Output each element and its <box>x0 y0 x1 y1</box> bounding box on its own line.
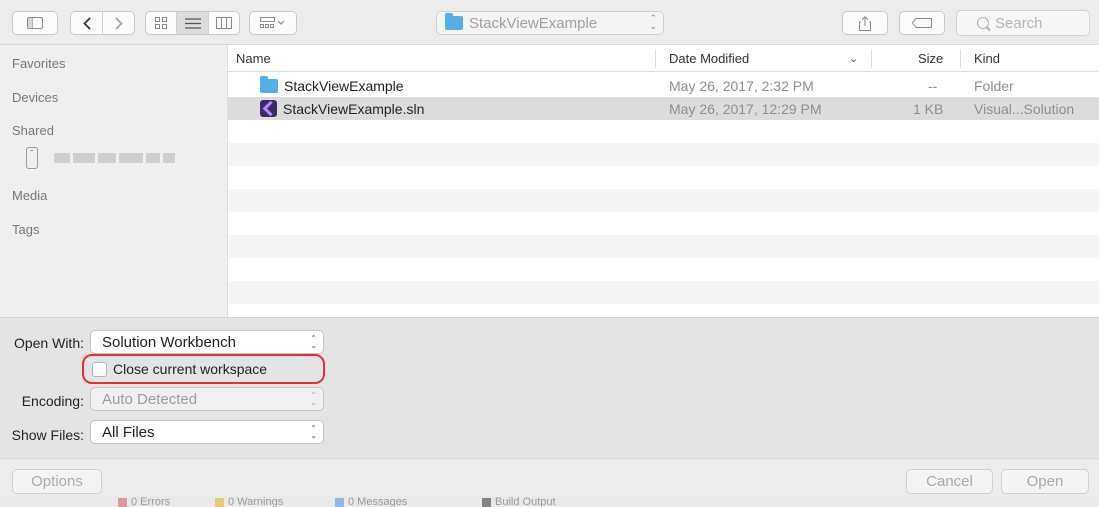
redacted-device-name <box>54 153 175 163</box>
list-view-button[interactable] <box>177 12 209 34</box>
column-divider <box>871 49 872 68</box>
column-header-date-modified[interactable]: Date Modified <box>669 45 749 72</box>
open-button[interactable]: Open <box>1001 469 1089 494</box>
column-header-kind[interactable]: Kind <box>974 45 1000 72</box>
background-errors-tab: 0 Errors <box>118 496 170 507</box>
background-window-strip: 0 Errors 0 Warnings 0 Messages Build Out… <box>0 496 1099 507</box>
column-view-button[interactable] <box>209 12 239 34</box>
encoding-label: Encoding: <box>21 393 84 409</box>
updown-arrows-icon: ⌃ ⌄ <box>310 424 317 440</box>
location-label: StackViewExample <box>469 14 598 32</box>
file-name-cell: StackViewExample.sln <box>260 97 424 120</box>
icon-view-button[interactable] <box>146 12 177 34</box>
background-build-output-tab: Build Output <box>482 496 556 507</box>
empty-row <box>228 235 1099 258</box>
arrange-button[interactable] <box>249 11 297 35</box>
file-size: 1 KB <box>913 100 944 117</box>
file-row-selected[interactable]: StackViewExample.sln May 26, 2017, 12:29… <box>228 97 1099 120</box>
chevron-right-icon <box>114 16 123 30</box>
forward-button[interactable] <box>103 12 134 34</box>
file-date: May 26, 2017, 12:29 PM <box>669 100 822 117</box>
file-name: StackViewExample.sln <box>283 100 425 117</box>
column-header-name[interactable]: Name <box>236 45 271 72</box>
visual-studio-solution-icon <box>260 100 277 117</box>
sort-chevron-down-icon: ⌄ <box>849 53 859 65</box>
empty-row <box>228 120 1099 143</box>
column-header-size[interactable]: Size <box>918 45 943 72</box>
file-kind: Folder <box>974 77 1014 94</box>
close-workspace-label[interactable]: Close current workspace <box>113 361 267 377</box>
file-list-header: Name Date Modified ⌄ Size Kind <box>228 45 1099 72</box>
file-date: May 26, 2017, 2:32 PM <box>669 77 814 94</box>
toolbar: StackViewExample ⌃ ⌄ Search <box>0 0 1099 45</box>
sidebar-favorites[interactable]: Favorites <box>12 56 65 71</box>
show-files-value: All Files <box>102 423 155 441</box>
updown-arrows-icon: ⌃ ⌄ <box>649 13 657 31</box>
updown-arrows-icon: ⌃ ⌄ <box>310 334 317 350</box>
empty-row <box>228 189 1099 212</box>
share-button[interactable] <box>842 11 888 35</box>
empty-row <box>228 304 1099 317</box>
sidebar-tags[interactable]: Tags <box>12 222 39 237</box>
open-with-value: Solution Workbench <box>102 333 236 351</box>
empty-row <box>228 258 1099 281</box>
location-popup[interactable]: StackViewExample ⌃ ⌄ <box>436 11 664 35</box>
chevron-left-icon <box>82 16 91 30</box>
encoding-value: Auto Detected <box>102 390 198 408</box>
folder-icon <box>445 13 463 30</box>
sidebar-shared[interactable]: Shared <box>12 123 54 138</box>
tag-button[interactable] <box>899 11 945 35</box>
back-forward-control <box>70 11 135 35</box>
show-files-select[interactable]: All Files ⌃ ⌄ <box>90 420 324 444</box>
sidebar: Favorites Devices Shared Media Tags <box>0 45 228 317</box>
sidebar-shared-device[interactable] <box>26 147 175 169</box>
dialog-button-bar: Options Cancel Open <box>0 458 1099 496</box>
search-field[interactable]: Search <box>956 10 1090 36</box>
columns-icon <box>216 17 232 29</box>
phone-icon <box>26 147 38 169</box>
close-workspace-checkbox[interactable] <box>92 362 107 377</box>
sidebar-devices[interactable]: Devices <box>12 90 58 105</box>
share-icon <box>859 15 871 31</box>
icon-grid-icon <box>155 17 167 29</box>
sidebar-toggle-button[interactable] <box>12 11 58 35</box>
file-kind: Visual...Solution <box>974 100 1075 117</box>
back-button[interactable] <box>71 12 103 34</box>
group-icon <box>260 17 285 28</box>
column-divider <box>655 49 656 68</box>
open-with-select[interactable]: Solution Workbench ⌃ ⌄ <box>90 330 324 354</box>
list-icon <box>184 17 201 29</box>
empty-row <box>228 143 1099 166</box>
file-name: StackViewExample <box>284 77 404 94</box>
options-button[interactable]: Options <box>12 469 102 494</box>
open-with-label: Open With: <box>13 335 84 351</box>
sidebar-icon <box>27 17 43 29</box>
cancel-button[interactable]: Cancel <box>906 469 993 494</box>
empty-row <box>228 212 1099 235</box>
open-file-dialog: StackViewExample ⌃ ⌄ Search Favorites Dev… <box>0 0 1099 496</box>
search-placeholder: Search <box>995 14 1043 32</box>
encoding-select[interactable]: Auto Detected ⌃ ⌄ <box>90 387 324 411</box>
file-name-cell: StackViewExample <box>260 74 404 97</box>
tag-icon <box>912 18 932 28</box>
file-list: Name Date Modified ⌄ Size Kind StackView… <box>228 45 1099 317</box>
file-row[interactable]: StackViewExample May 26, 2017, 2:32 PM -… <box>228 74 1099 97</box>
view-mode-control <box>145 11 240 35</box>
empty-row <box>228 166 1099 189</box>
search-icon <box>977 17 989 29</box>
file-size: -- <box>928 77 938 94</box>
folder-icon <box>260 75 278 93</box>
column-divider <box>960 49 961 68</box>
open-options-panel: Open With: Solution Workbench ⌃ ⌄ Encodin… <box>0 317 1099 458</box>
background-warnings-tab: 0 Warnings <box>215 496 283 507</box>
empty-row <box>228 281 1099 304</box>
show-files-label: Show Files: <box>11 427 84 443</box>
updown-arrows-icon: ⌃ ⌄ <box>310 391 317 407</box>
background-messages-tab: 0 Messages <box>335 496 407 507</box>
sidebar-media[interactable]: Media <box>12 188 47 203</box>
